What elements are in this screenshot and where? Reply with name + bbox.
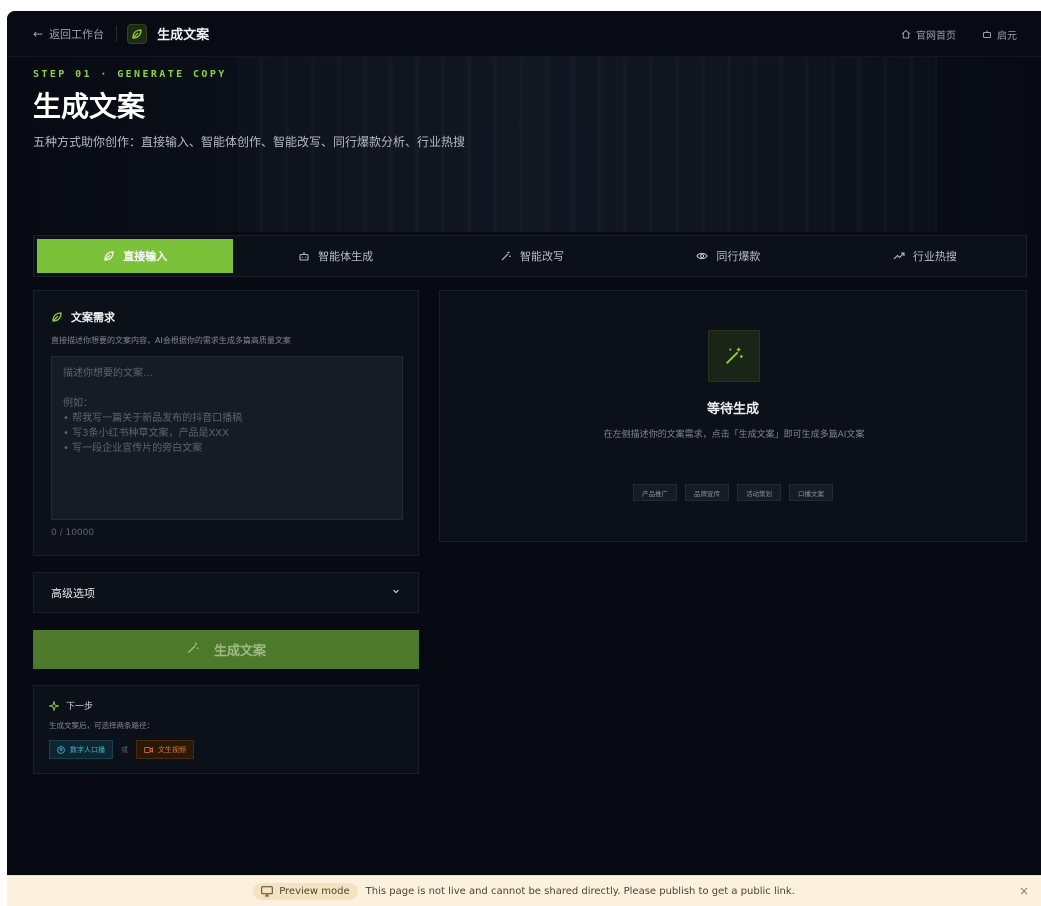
- chevron-down-icon: [391, 586, 401, 599]
- mode-tabs: 直接输入 智能体生成 智能改写 同行爆款 行业热搜: [33, 235, 1027, 277]
- close-icon[interactable]: ×: [1019, 884, 1029, 898]
- requirement-textarea[interactable]: 描述你想要的文案... 例如： • 帮我写一篇关于新品发布的抖音口播稿 • 写3…: [51, 356, 403, 520]
- tab-label: 同行爆款: [716, 250, 761, 263]
- sparkle-icon: [49, 700, 59, 711]
- preview-mode-banner: Preview mode This page is not live and c…: [7, 875, 1041, 906]
- advanced-options-label: 高级选项: [51, 586, 95, 600]
- leaf-icon: [103, 250, 115, 262]
- user-circle-icon: [57, 745, 65, 754]
- robot-icon: [983, 30, 991, 38]
- tab-label: 智能体生成: [318, 250, 374, 263]
- text-to-video-button[interactable]: 文生视频: [136, 740, 194, 759]
- character-counter: 0 / 10000: [51, 528, 95, 538]
- next-step-card: 下一步 生成文案后，可选择两条路径： 数字人口播 或 文生视频: [33, 685, 419, 774]
- tab-label: 行业热搜: [912, 250, 957, 263]
- back-label: 返回工作台: [49, 27, 105, 41]
- tag-brand-promo: 品牌宣传: [685, 484, 729, 501]
- leaf-icon: [127, 23, 148, 44]
- tab-agent-generate[interactable]: 智能体生成: [237, 239, 433, 273]
- divider: [116, 25, 118, 42]
- home-link-label: 官网首页: [916, 30, 956, 42]
- tab-direct-input[interactable]: 直接输入: [37, 239, 234, 273]
- text-to-video-label: 文生视频: [158, 745, 186, 754]
- home-link[interactable]: 官网首页: [901, 27, 956, 42]
- tag-event-planning: 活动策划: [737, 484, 781, 501]
- requirement-title: 文案需求: [71, 311, 115, 324]
- requirement-description: 直接描述你想要的文案内容，AI会根据你的需求生成多篇高质量文案: [51, 336, 291, 345]
- back-to-workspace-link[interactable]: ← 返回工作台: [33, 26, 104, 42]
- preview-badge: Preview mode: [253, 882, 358, 900]
- qiyuan-link[interactable]: 启元: [982, 27, 1017, 42]
- copy-type-tags: 产品推广 品牌宣传 活动策划 口播文案: [440, 484, 1026, 501]
- generate-button-label: 生成文案: [213, 644, 266, 659]
- preview-message: This page is not live and cannot be shar…: [365, 885, 795, 897]
- next-step-header: 下一步: [49, 699, 93, 712]
- advanced-options-toggle[interactable]: 高级选项: [33, 572, 419, 613]
- hero-title: 生成文案: [33, 90, 146, 123]
- arrow-left-icon: ←: [33, 26, 44, 41]
- tab-label: 智能改写: [520, 250, 565, 263]
- magic-wand-icon: [500, 250, 512, 262]
- waiting-title: 等待生成: [706, 402, 759, 417]
- page-title: 生成文案: [157, 28, 210, 43]
- tab-industry-trends[interactable]: 行业热搜: [827, 239, 1023, 273]
- trending-icon: [893, 250, 905, 262]
- leaf-icon: [52, 312, 62, 322]
- magic-wand-icon: [186, 641, 200, 659]
- top-links: 官网首页 启元: [901, 11, 1017, 57]
- hero-subtitle: 五种方式助你创作：直接输入、智能体创作、智能改写、同行爆款分析、行业热搜: [33, 135, 466, 149]
- next-step-description: 生成文案后，可选择两条路径：: [49, 721, 154, 730]
- tab-smart-rewrite[interactable]: 智能改写: [434, 239, 630, 273]
- digital-human-button[interactable]: 数字人口播: [49, 740, 113, 759]
- magic-wand-icon: [708, 330, 760, 382]
- copy-requirement-card: 文案需求 直接描述你想要的文案内容，AI会根据你的需求生成多篇高质量文案 描述你…: [33, 290, 419, 556]
- home-icon: [901, 29, 911, 39]
- preview-badge-label: Preview mode: [279, 885, 350, 897]
- robot-icon: [298, 250, 310, 262]
- or-label: 或: [121, 745, 128, 754]
- video-camera-icon: [144, 746, 153, 753]
- next-step-paths: 数字人口播 或 文生视频: [49, 740, 194, 759]
- eye-icon: [696, 250, 709, 262]
- output-panel: 等待生成 在左侧描述你的文案需求，点击「生成文案」即可生成多篇AI文案 产品推广…: [439, 290, 1027, 542]
- step-label: STEP 01 · GENERATE COPY: [33, 69, 227, 80]
- tab-peer-hits[interactable]: 同行爆款: [630, 239, 826, 273]
- next-step-title: 下一步: [66, 702, 94, 712]
- monitor-icon: [261, 885, 273, 896]
- tab-label: 直接输入: [123, 250, 168, 263]
- app-frame: ← 返回工作台 生成文案 官网首页 启元 STEP 01 · GENERATE …: [7, 11, 1041, 906]
- top-bar: ← 返回工作台 生成文案 官网首页 启元: [7, 11, 1041, 57]
- tag-product-promo: 产品推广: [633, 484, 677, 501]
- digital-human-label: 数字人口播: [70, 745, 105, 754]
- requirement-header: 文案需求: [51, 309, 115, 325]
- generate-copy-button[interactable]: 生成文案: [33, 630, 419, 669]
- tag-voiceover-copy: 口播文案: [789, 484, 833, 501]
- waiting-description: 在左侧描述你的文案需求，点击「生成文案」即可生成多篇AI文案: [603, 430, 865, 440]
- qiyuan-link-label: 启元: [997, 30, 1017, 42]
